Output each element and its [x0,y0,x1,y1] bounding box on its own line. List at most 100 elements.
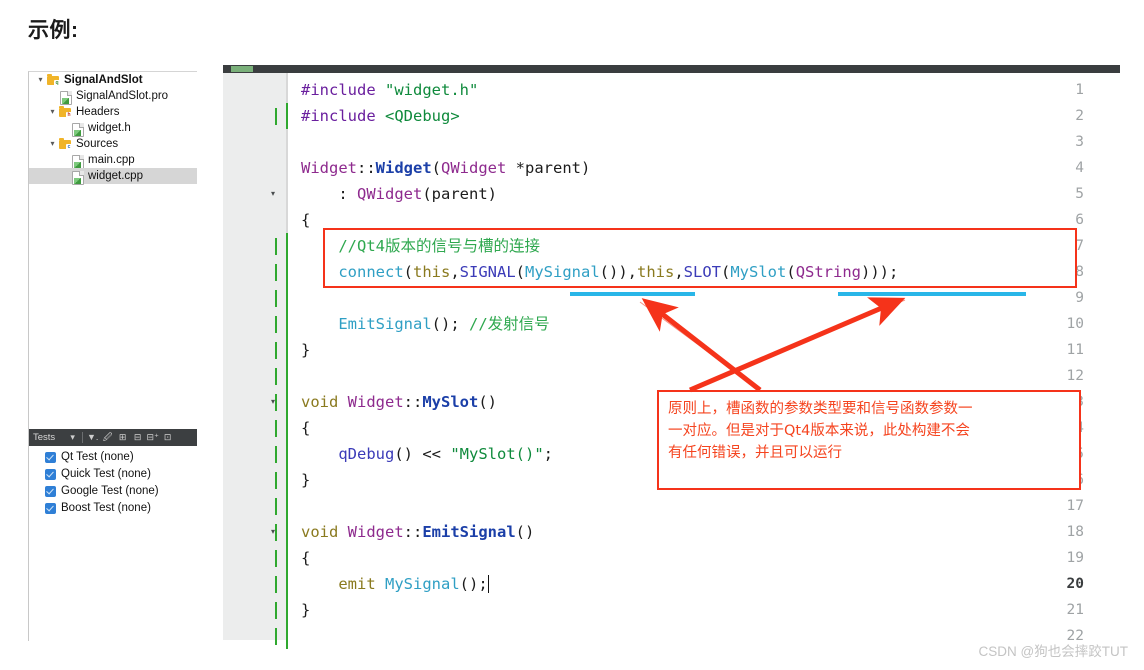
code-line-6: { [301,211,311,229]
folder-headers-icon: h [58,105,73,119]
fold-triangle-icon[interactable]: ▾ [267,389,279,415]
test-row[interactable]: Boost Test (none) [29,500,197,517]
project-tree[interactable]: ▾ q SignalAndSlot SignalAndSlot.pro ▾ h Header… [29,72,197,429]
code-line-4: Widget::Widget(QWidget *parent) [301,159,591,177]
checkbox-checked-icon[interactable] [45,452,56,463]
line-number: 18 [1066,524,1084,540]
line-number: 19 [1066,550,1084,566]
checkbox-checked-icon[interactable] [45,486,56,497]
editor-strip-marker [231,66,253,72]
line-number: 9 [1075,290,1084,306]
code-editor[interactable]: 12345▾678910111213▾1415161718▾19202122 #… [223,73,1120,649]
gutter-caret-mark [275,264,277,281]
change-marker [286,337,288,363]
run-test-icon[interactable]: 🖉 [100,429,115,446]
fold-triangle-icon[interactable]: ▾ [267,519,279,545]
annotation-box-code [323,228,1077,288]
change-marker [286,623,288,649]
fold-triangle-icon[interactable]: ▾ [267,181,279,207]
gutter-caret-mark [275,290,277,307]
file-pro-icon [58,90,73,105]
code-line-5: : QWidget(parent) [301,185,497,203]
change-marker [286,363,288,389]
test-row-label: Google Test (none) [61,485,159,497]
change-marker [286,493,288,519]
gutter-caret-mark [275,602,277,619]
panel-options-icon[interactable]: ⊡ [160,429,175,446]
change-marker [286,285,288,311]
gutter-caret-mark [275,420,277,437]
tree-item-label: widget.cpp [88,170,143,182]
tree-item-label: main.cpp [88,154,135,166]
tree-item-widget-cpp[interactable]: widget.cpp [29,168,197,185]
folder-sources-icon: c [58,137,73,151]
tree-item-label: SignalAndSlot.pro [76,90,169,102]
chevron-down-icon[interactable]: ▾ [47,104,58,120]
chevron-down-icon[interactable]: ▾ [35,72,46,88]
tree-item-signalandslot-pro[interactable]: SignalAndSlot.pro [29,88,197,105]
line-number: 17 [1066,498,1084,514]
annotation-line-3: 有任何错误，并且可以运行 [668,445,842,461]
line-number: 4 [1075,160,1084,176]
test-row[interactable]: Qt Test (none) [29,449,197,466]
checkbox-checked-icon[interactable] [45,503,56,514]
change-marker [286,571,288,597]
tree-item-label: SignalAndSlot [64,74,143,86]
tree-item-widget-h[interactable]: widget.h [29,120,197,137]
change-marker [286,441,288,467]
gutter-caret-mark [275,342,277,359]
code-line-19: { [301,549,311,567]
code-line-11: } [301,341,311,359]
line-number: 20 [1066,576,1084,592]
checkbox-checked-icon[interactable] [45,469,56,480]
code-line-15: qDebug() << "MySlot()"; [338,445,553,463]
change-marker [286,519,288,545]
line-number-gutter [223,73,288,640]
gutter-caret-mark [275,524,277,541]
change-marker [286,545,288,571]
collapse-all-icon[interactable]: ⊟ [130,429,145,446]
gutter-caret-mark [275,316,277,333]
gutter-caret-mark [275,368,277,385]
change-marker [286,415,288,441]
code-line-2: #include <QDebug> [301,107,460,125]
annotation-line-1: 原则上，槽函数的参数类型要和信号函数参数一 [668,401,973,417]
toolbar-divider [82,432,84,443]
line-number: 10 [1066,316,1084,332]
code-line-13: void Widget::MySlot() [301,393,498,411]
chevron-down-icon[interactable]: ▾ [65,429,80,446]
gutter-caret-mark [275,446,277,463]
change-marker [286,103,288,129]
line-number: 2 [1075,108,1084,124]
change-marker [286,389,288,415]
gutter-caret-mark [275,550,277,567]
filter-icon[interactable]: ▼. [85,429,100,446]
tree-item-label: Headers [76,106,120,118]
tree-item-label: widget.h [88,122,131,134]
tree-item-main-cpp[interactable]: main.cpp [29,152,197,169]
annotation-note: 原则上，槽函数的参数类型要和信号函数参数一 一对应。但是对于Qt4版本来说，此处… [657,390,1081,490]
line-number: 3 [1075,134,1084,150]
tree-item-sources[interactable]: ▾ c Sources [29,136,197,152]
gutter-caret-mark [275,498,277,515]
tests-toolbar[interactable]: Tests ▾ ▼. 🖉 ⊞ ⊟ ⊟⁺ ⊡ [29,429,197,446]
code-line-16: } [301,471,311,489]
code-line-10: EmitSignal(); //发射信号 [338,315,550,333]
change-marker [286,597,288,623]
tree-item-headers[interactable]: ▾ h Headers [29,104,197,120]
test-row[interactable]: Google Test (none) [29,483,197,500]
test-row[interactable]: Quick Test (none) [29,466,197,483]
test-row-label: Boost Test (none) [61,502,151,514]
test-row-label: Qt Test (none) [61,451,134,463]
line-number: 12 [1066,368,1084,384]
underline-myslot [838,292,1026,296]
line-number: 5 [1075,186,1084,202]
expand-all-icon[interactable]: ⊞ [115,429,130,446]
tree-item-signalandslot[interactable]: ▾ q SignalAndSlot [29,72,197,88]
page-title: 示例: [28,19,79,42]
chevron-down-icon[interactable]: ▾ [47,136,58,152]
gutter-caret-mark [275,108,277,125]
add-panel-icon[interactable]: ⊟⁺ [145,429,160,446]
gutter-caret-mark [275,238,277,255]
underline-mysignal [570,292,695,296]
